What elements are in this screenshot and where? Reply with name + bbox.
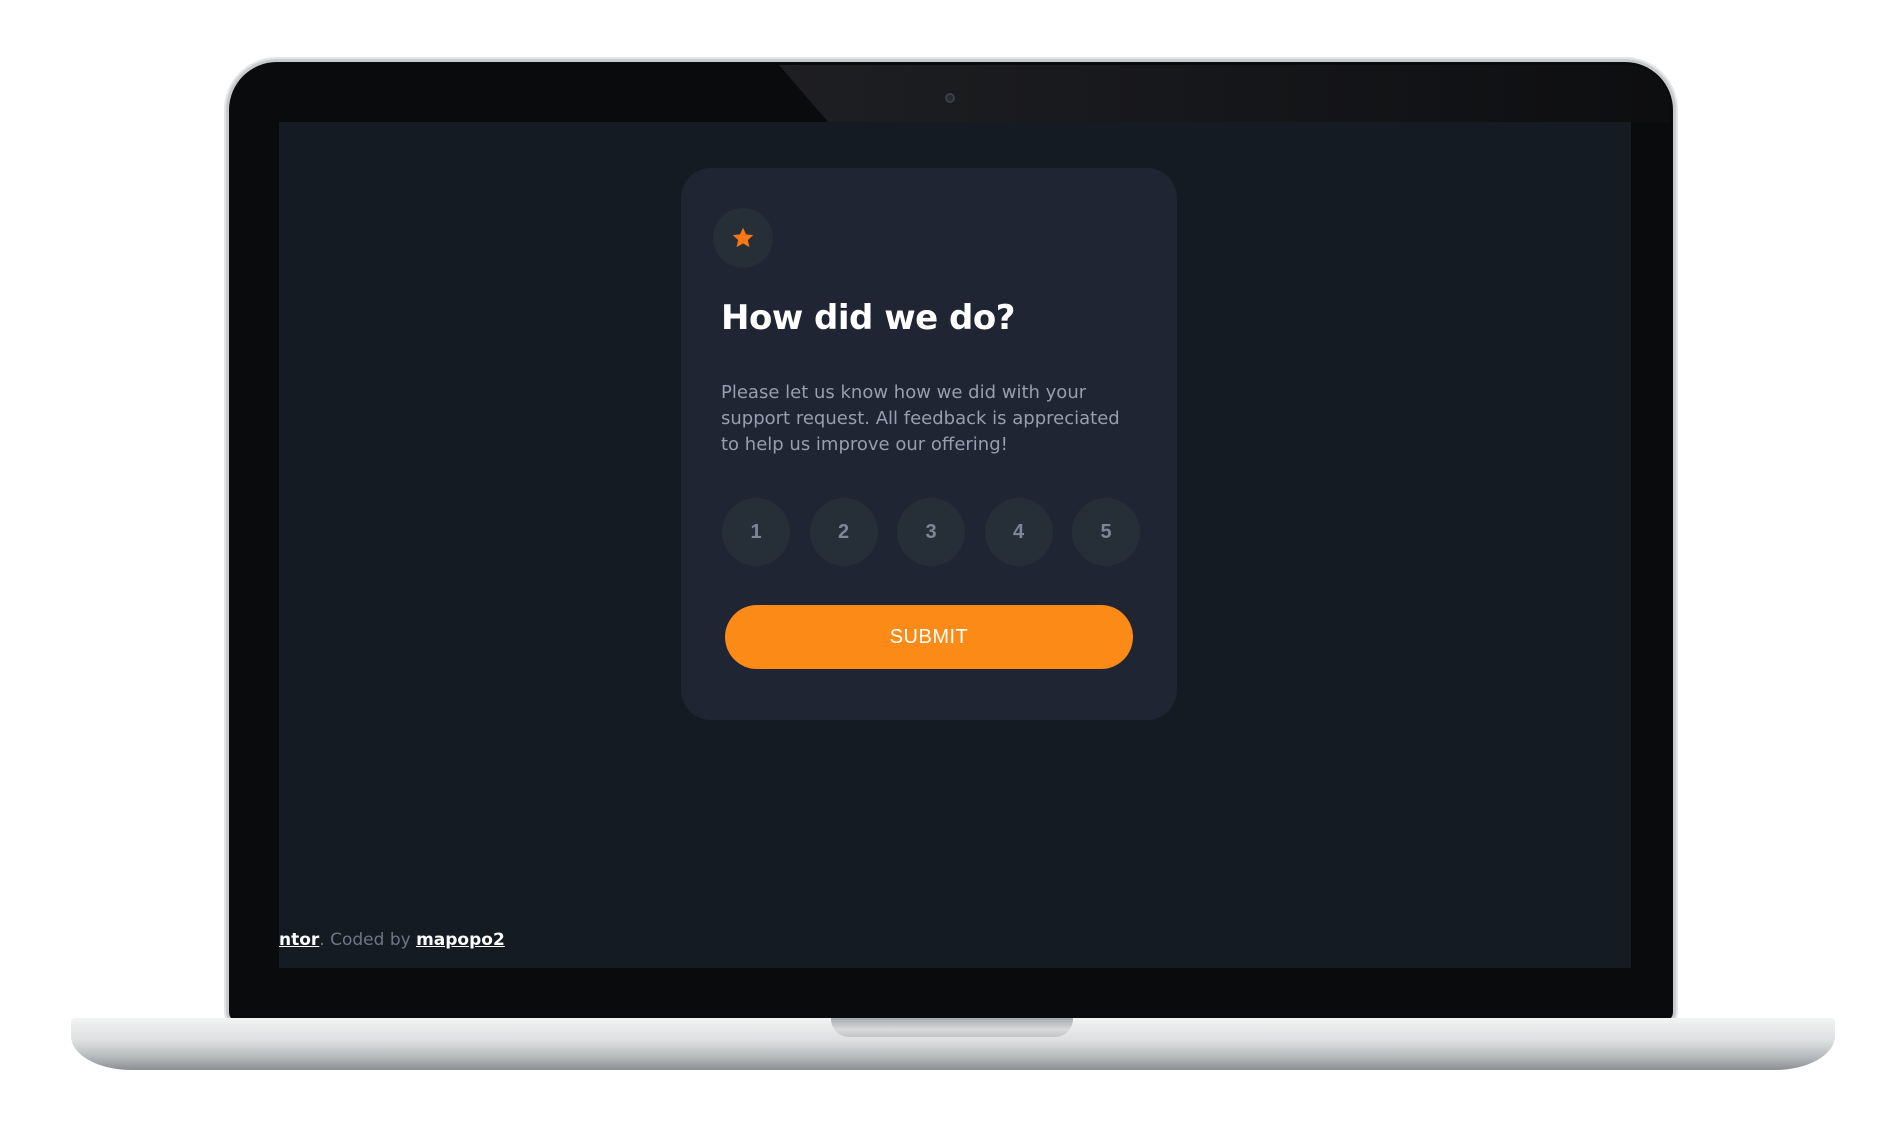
- card-description: Please let us know how we did with your …: [721, 382, 1120, 455]
- attribution-link-frontend-mentor[interactable]: ntor: [279, 930, 319, 950]
- submit-button[interactable]: SUBMIT: [725, 605, 1133, 669]
- rating-button-1[interactable]: 1: [722, 498, 790, 566]
- card-title: How did we do?: [721, 298, 1015, 338]
- attribution-link-author[interactable]: mapopo2: [416, 930, 505, 950]
- laptop-mockup: How did we do? Please let us know how we…: [0, 0, 1895, 1139]
- star-icon: [732, 227, 754, 248]
- attribution-text: . Coded by: [319, 930, 417, 950]
- lid-reflection: [779, 65, 1670, 123]
- rating-card: How did we do? Please let us know how we…: [681, 168, 1177, 720]
- laptop-hinge-notch: [831, 1018, 1073, 1037]
- attribution: ntor. Coded by mapopo2: [279, 930, 505, 950]
- star-badge: [713, 208, 773, 268]
- rating-button-4[interactable]: 4: [984, 498, 1053, 566]
- rating-options: 1 2 3 4 5: [722, 498, 1140, 566]
- rating-button-3[interactable]: 3: [897, 498, 965, 566]
- webcam-icon: [945, 93, 955, 103]
- rating-button-2[interactable]: 2: [809, 498, 878, 566]
- screen: How did we do? Please let us know how we…: [279, 122, 1631, 968]
- rating-button-5[interactable]: 5: [1072, 498, 1140, 566]
